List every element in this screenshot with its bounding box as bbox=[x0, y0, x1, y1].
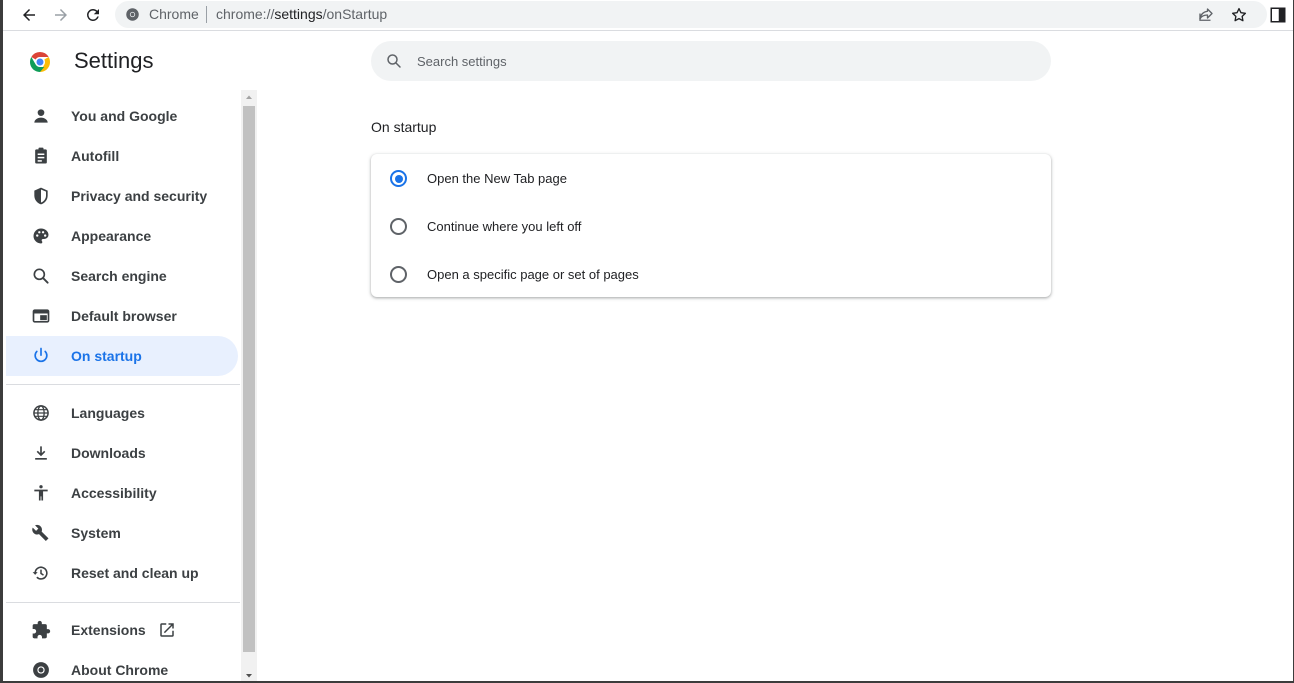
download-icon bbox=[35, 446, 47, 460]
search-icon bbox=[387, 54, 401, 68]
sidebar-item-appearance[interactable]: Appearance bbox=[6, 216, 238, 256]
back-button[interactable] bbox=[16, 3, 42, 27]
sidebar-item-label: Reset and clean up bbox=[71, 565, 199, 581]
url-path: /onStartup bbox=[322, 6, 388, 22]
sidebar-item-search-engine[interactable]: Search engine bbox=[6, 256, 238, 296]
radio-label: Open a specific page or set of pages bbox=[427, 267, 639, 282]
sidebar-item-extensions[interactable]: Extensions bbox=[6, 610, 238, 650]
sidebar-divider bbox=[6, 384, 240, 385]
sidebar-item-privacy[interactable]: Privacy and security bbox=[6, 176, 238, 216]
sidebar-item-you-and-google[interactable]: You and Google bbox=[6, 96, 238, 136]
search-icon bbox=[33, 268, 49, 284]
sidebar-item-on-startup[interactable]: On startup bbox=[6, 336, 238, 376]
scroll-down-arrow-icon[interactable] bbox=[241, 669, 257, 683]
sidebar-item-about-chrome[interactable]: About Chrome bbox=[6, 650, 238, 681]
url-prefix: chrome:// bbox=[216, 6, 275, 22]
sidebar-nav: You and Google Autofill Privacy and secu… bbox=[6, 96, 240, 681]
url-text: chrome://settings/onStartup bbox=[216, 6, 387, 22]
accessibility-icon bbox=[34, 485, 48, 501]
origin-label: Chrome bbox=[149, 6, 199, 22]
sidebar-item-label: System bbox=[71, 525, 121, 541]
sidebar-item-system[interactable]: System bbox=[6, 513, 238, 553]
power-icon bbox=[34, 347, 48, 363]
globe-icon bbox=[33, 405, 49, 421]
chrome-icon bbox=[33, 662, 49, 678]
radio-label: Continue where you left off bbox=[427, 219, 582, 234]
radio-button[interactable] bbox=[390, 170, 407, 187]
sidebar-scrollbar[interactable] bbox=[241, 90, 257, 683]
sidebar-item-label: On startup bbox=[71, 348, 142, 364]
radio-button[interactable] bbox=[390, 218, 407, 235]
sidebar-item-label: Languages bbox=[71, 405, 145, 421]
sidebar-divider bbox=[6, 602, 240, 603]
chrome-icon bbox=[126, 8, 139, 21]
search-box[interactable] bbox=[371, 41, 1051, 81]
sidebar-item-label: About Chrome bbox=[71, 662, 169, 678]
open-in-new-icon bbox=[160, 623, 174, 637]
url-host: settings bbox=[274, 6, 323, 22]
sidebar-item-default-browser[interactable]: Default browser bbox=[6, 296, 238, 336]
sidebar-item-label: Autofill bbox=[71, 148, 120, 164]
sidebar-item-languages[interactable]: Languages bbox=[6, 393, 238, 433]
omnibox-separator bbox=[206, 6, 207, 23]
bookmark-star-icon[interactable] bbox=[1230, 6, 1248, 24]
sidebar-item-autofill[interactable]: Autofill bbox=[6, 136, 238, 176]
sidebar-item-label: Default browser bbox=[71, 308, 177, 324]
sidebar-item-accessibility[interactable]: Accessibility bbox=[6, 473, 238, 513]
history-icon bbox=[32, 566, 48, 580]
arrow-left-icon bbox=[23, 9, 35, 21]
clipboard-icon bbox=[35, 147, 47, 164]
share-icon[interactable] bbox=[1197, 6, 1215, 24]
sidebar-item-label: Privacy and security bbox=[71, 188, 208, 204]
address-bar[interactable]: Chrome chrome://settings/onStartup bbox=[115, 1, 1267, 28]
radio-label: Open the New Tab page bbox=[427, 171, 567, 186]
reload-icon bbox=[86, 8, 99, 21]
sidebar-item-label: Downloads bbox=[71, 445, 146, 461]
radio-button[interactable] bbox=[390, 266, 407, 283]
sidebar-item-label: Appearance bbox=[71, 228, 152, 244]
person-icon bbox=[34, 109, 48, 123]
search-input[interactable] bbox=[417, 51, 1017, 71]
startup-option-new-tab[interactable]: Open the New Tab page bbox=[371, 154, 1051, 202]
sidebar-item-label: Extensions bbox=[71, 622, 146, 638]
sidebar-item-downloads[interactable]: Downloads bbox=[6, 433, 238, 473]
side-panel-icon[interactable] bbox=[1269, 6, 1287, 24]
sidebar-item-label: Accessibility bbox=[71, 485, 157, 501]
reload-button[interactable] bbox=[80, 3, 106, 27]
sidebar-item-label: You and Google bbox=[71, 108, 178, 124]
arrow-right-icon bbox=[55, 9, 67, 21]
browser-window-icon bbox=[32, 309, 50, 323]
scroll-up-arrow-icon[interactable] bbox=[241, 90, 257, 104]
wrench-icon bbox=[32, 524, 49, 541]
browser-window: Chrome chrome://settings/onStartup Setti… bbox=[0, 0, 1294, 683]
section-title: On startup bbox=[371, 119, 437, 135]
forward-button[interactable] bbox=[48, 3, 74, 27]
page-title: Settings bbox=[74, 48, 154, 73]
startup-option-continue[interactable]: Continue where you left off bbox=[371, 202, 1051, 250]
startup-options-card: Open the New Tab page Continue where you… bbox=[371, 154, 1051, 297]
sidebar-item-reset[interactable]: Reset and clean up bbox=[6, 553, 238, 593]
browser-toolbar: Chrome chrome://settings/onStartup bbox=[3, 0, 1293, 31]
puzzle-icon bbox=[32, 620, 51, 639]
startup-option-specific-pages[interactable]: Open a specific page or set of pages bbox=[371, 250, 1051, 298]
palette-icon bbox=[33, 228, 49, 244]
scrollbar-thumb[interactable] bbox=[243, 106, 255, 652]
shield-icon bbox=[34, 187, 48, 205]
sidebar-item-label: Search engine bbox=[71, 268, 167, 284]
chrome-logo-icon bbox=[30, 52, 50, 72]
